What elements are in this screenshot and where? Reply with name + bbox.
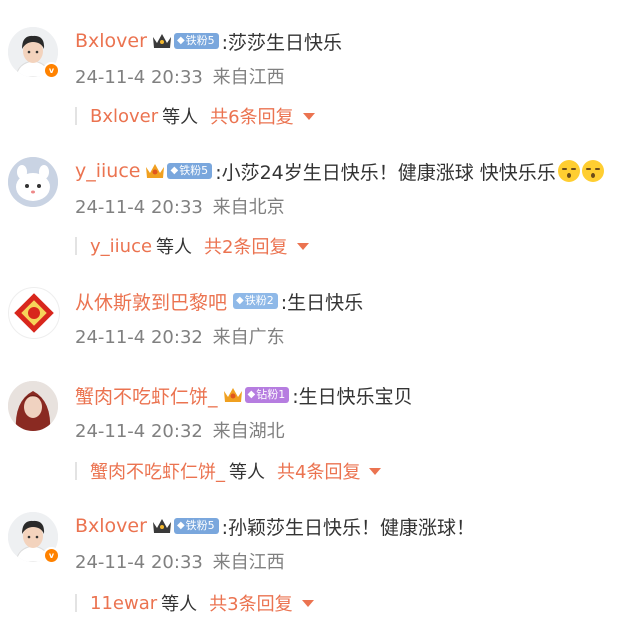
reply-etc: 等人: [161, 594, 198, 615]
comment-header: y_iiuce ◆ 铁粉5 :小莎24岁生日快乐！健康涨球 快快乐乐: [75, 158, 604, 184]
fan-level-badge[interactable]: ◆ 铁粉5: [167, 163, 213, 179]
comment-meta: 24-11-4 20:33 来自江西: [75, 548, 285, 574]
username-link[interactable]: 蟹肉不吃虾仁饼_: [75, 382, 218, 409]
reply-count[interactable]: 共4条回复: [277, 458, 360, 484]
comment-location: 来自江西: [212, 552, 285, 573]
comment-location: 来自广东: [212, 327, 285, 348]
crown-icon: [152, 519, 171, 533]
reply-divider: [75, 462, 77, 480]
comment-header: 从休斯敦到巴黎吧 ◆ 铁粉2 :生日快乐: [75, 288, 363, 314]
comment-header: Bxlover ◆ 铁粉5 :莎莎生日快乐: [75, 28, 342, 54]
reply-count[interactable]: 共6条回复: [210, 103, 293, 129]
comment-text: :生日快乐: [280, 291, 364, 314]
reply-etc: 等人: [156, 237, 193, 258]
kiss-emoji-icon: [557, 160, 580, 182]
reply-count[interactable]: 共3条回复: [209, 590, 292, 616]
reply-user[interactable]: 11ewar: [90, 593, 157, 614]
fan-level-badge[interactable]: ◆ 铁粉2: [233, 293, 278, 309]
verified-badge-icon: v: [43, 62, 60, 79]
comment-time: 24-11-4 20:33: [75, 67, 203, 88]
reply-summary-link[interactable]: 蟹肉不吃虾仁饼_ 等人 共4条回复: [75, 458, 382, 484]
fan-level-badge[interactable]: ◆ 铁粉5: [173, 518, 219, 534]
user-avatar[interactable]: [8, 157, 58, 207]
comment-text: :孙颖莎生日快乐！健康涨球！: [221, 516, 476, 539]
fan-level-badge[interactable]: ◆ 钻粉1: [244, 387, 290, 403]
comment-text: :小莎24岁生日快乐！健康涨球 快快乐乐: [215, 161, 556, 184]
crown-icon: [152, 34, 171, 48]
reply-divider: [75, 594, 77, 612]
comment-time: 24-11-4 20:33: [75, 552, 203, 573]
kiss-emoji-icon: [581, 160, 604, 182]
fan-level-badge[interactable]: ◆ 铁粉5: [173, 33, 219, 49]
username-link[interactable]: 从休斯敦到巴黎吧: [75, 288, 227, 315]
comment-text: :莎莎生日快乐: [221, 31, 343, 54]
reply-user[interactable]: Bxlover: [90, 106, 158, 127]
crown-icon: [223, 388, 242, 402]
comment-location: 来自北京: [212, 197, 285, 218]
comment-text: :生日快乐宝贝: [292, 385, 413, 408]
reply-etc: 等人: [229, 462, 265, 483]
chevron-down-icon[interactable]: [302, 112, 315, 120]
reply-etc: 等人: [162, 107, 199, 128]
reply-divider: [75, 237, 77, 255]
comment-header: Bxlover ◆ 铁粉5 :孙颖莎生日快乐！健康涨球！: [75, 513, 475, 539]
username-link[interactable]: y_iiuce: [75, 160, 140, 182]
comment-meta: 24-11-4 20:32 来自广东: [75, 323, 285, 349]
user-avatar[interactable]: [8, 287, 60, 339]
chevron-down-icon[interactable]: [369, 467, 382, 475]
reply-summary-link[interactable]: y_iiuce 等人 共2条回复: [75, 234, 309, 258]
comment-meta: 24-11-4 20:33 来自北京: [75, 193, 285, 219]
reply-user[interactable]: 蟹肉不吃虾仁饼_: [90, 458, 225, 484]
comment-header: 蟹肉不吃虾仁饼_ ◆ 钻粉1 :生日快乐宝贝: [75, 382, 413, 408]
comment-meta: 24-11-4 20:32 来自湖北: [75, 417, 285, 443]
user-avatar[interactable]: [8, 381, 58, 431]
crown-icon: [146, 164, 165, 178]
reply-count[interactable]: 共2条回复: [204, 233, 287, 259]
username-link[interactable]: Bxlover: [75, 30, 147, 52]
reply-divider: [75, 107, 77, 125]
reply-summary-link[interactable]: Bxlover 等人 共6条回复: [75, 104, 315, 128]
comment-meta: 24-11-4 20:33 来自江西: [75, 63, 285, 89]
comment-time: 24-11-4 20:32: [75, 327, 203, 348]
comment-location: 来自湖北: [212, 421, 285, 442]
chevron-down-icon[interactable]: [301, 599, 314, 607]
comment-location: 来自江西: [212, 67, 285, 88]
comment-time: 24-11-4 20:33: [75, 197, 203, 218]
reply-user[interactable]: y_iiuce: [90, 236, 152, 257]
verified-badge-icon: v: [43, 547, 60, 564]
reply-summary-link[interactable]: 11ewar 等人 共3条回复: [75, 591, 314, 615]
comment-time: 24-11-4 20:32: [75, 421, 203, 442]
username-link[interactable]: Bxlover: [75, 515, 147, 537]
chevron-down-icon[interactable]: [296, 242, 309, 250]
